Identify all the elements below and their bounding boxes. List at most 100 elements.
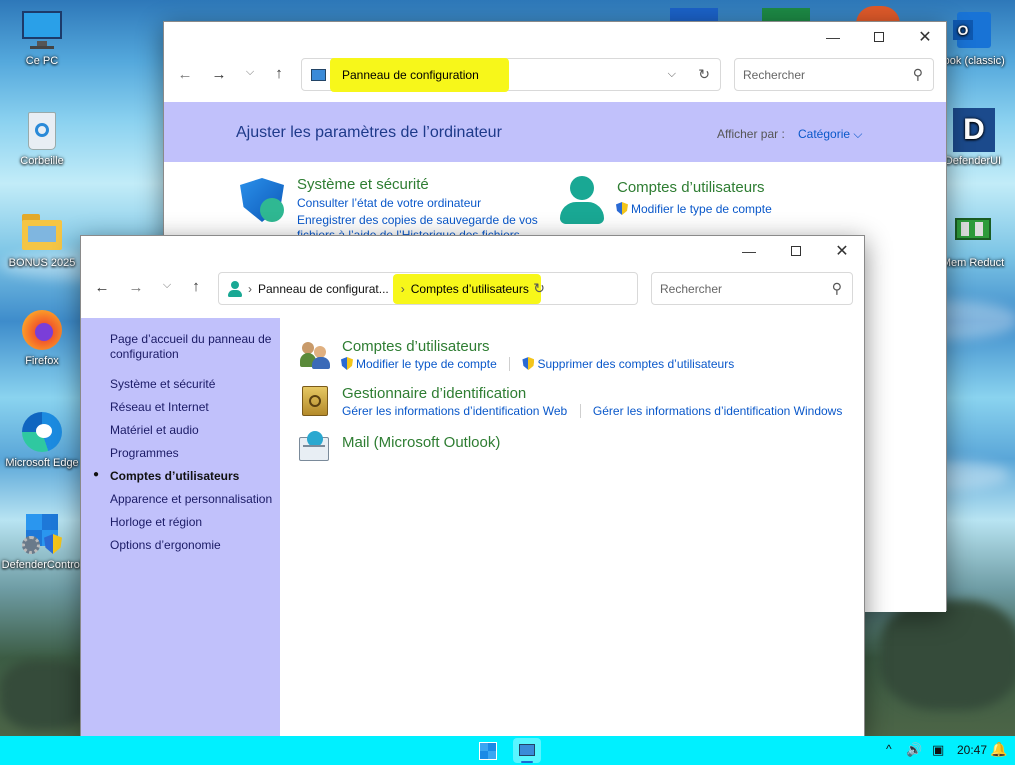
minimize-icon: — bbox=[742, 243, 756, 259]
category-title-user-accounts[interactable]: Comptes d’utilisateurs bbox=[617, 179, 765, 196]
refresh-icon[interactable]: ↻ bbox=[533, 280, 545, 297]
arrow-right-icon: → bbox=[211, 66, 227, 83]
recent-locations-button[interactable]: ⌵ bbox=[157, 279, 177, 292]
link-manage-windows-credentials[interactable]: Gérer les informations d’identification … bbox=[593, 404, 842, 418]
breadcrumb-control-panel[interactable]: Panneau de configurat... bbox=[258, 282, 389, 296]
link-label: Modifier le type de compte bbox=[356, 357, 497, 371]
chevron-down-icon: ⌵ bbox=[162, 279, 172, 291]
search-box[interactable]: Rechercher ⚲ bbox=[651, 272, 853, 305]
user-accounts-window: — ✕ ← → ⌵ ↑ › Panneau de configurat... ›… bbox=[80, 235, 865, 737]
maximize-button[interactable] bbox=[856, 22, 902, 52]
forward-button[interactable]: → bbox=[209, 66, 229, 83]
network-icon[interactable]: ▣ bbox=[932, 742, 944, 758]
desktop-icon-label: Ce PC bbox=[25, 55, 59, 67]
desktop-icon-label: Corbeille bbox=[20, 155, 64, 167]
chevron-down-icon: ⌵ bbox=[853, 127, 863, 141]
computer-icon bbox=[20, 8, 64, 52]
show-hidden-icons-button[interactable]: ^ bbox=[886, 742, 892, 756]
desktop-icon-ce-pc[interactable]: Ce PC bbox=[0, 8, 84, 67]
minimize-icon: — bbox=[826, 29, 840, 45]
sidebar-item-hardware-sound[interactable]: Matériel et audio bbox=[110, 423, 199, 437]
link-change-account-type[interactable]: Modifier le type de compte bbox=[341, 357, 497, 371]
refresh-icon[interactable]: ↻ bbox=[698, 66, 710, 83]
wallpaper-rock bbox=[0, 660, 90, 730]
shield-overlay bbox=[260, 198, 284, 222]
up-button[interactable]: ↑ bbox=[269, 65, 289, 82]
breadcrumb-separator: › bbox=[248, 281, 252, 296]
edge-icon bbox=[20, 410, 64, 454]
section-title-mail[interactable]: Mail (Microsoft Outlook) bbox=[342, 434, 500, 451]
view-by-label: Afficher par : bbox=[717, 127, 785, 141]
sidebar-item-ease-of-access[interactable]: Options d’ergonomie bbox=[110, 538, 221, 552]
credential-vault-icon bbox=[302, 386, 328, 416]
chevron-down-icon[interactable]: ⌵ bbox=[668, 68, 676, 81]
sidebar-item-appearance[interactable]: Apparence et personnalisation bbox=[110, 492, 272, 506]
sidebar-item-user-accounts[interactable]: Comptes d’utilisateurs bbox=[110, 469, 239, 483]
link-manage-web-credentials[interactable]: Gérer les informations d’identification … bbox=[342, 404, 567, 418]
section-title-user-accounts[interactable]: Comptes d’utilisateurs bbox=[342, 338, 490, 355]
desktop-icon-label: DefenderControl bbox=[1, 559, 83, 571]
search-icon: ⚲ bbox=[831, 280, 842, 296]
taskbar: ^ 🔊 ▣ 20:47 🔔 bbox=[0, 736, 1015, 765]
address-bar[interactable]: › Panneau de configuration ⌵ ↻ bbox=[301, 57, 721, 92]
sidebar-item-clock-region[interactable]: Horloge et région bbox=[110, 515, 202, 529]
taskbar-control-panel-button[interactable] bbox=[513, 738, 541, 763]
maximize-button[interactable] bbox=[773, 236, 819, 266]
up-button[interactable]: ↑ bbox=[186, 278, 206, 295]
notification-bell-icon[interactable]: 🔔 bbox=[990, 741, 1007, 758]
search-box[interactable]: Rechercher ⚲ bbox=[734, 58, 934, 91]
back-button[interactable]: ← bbox=[92, 279, 112, 296]
close-button[interactable]: ✕ bbox=[902, 22, 948, 52]
desktop-icon-corbeille[interactable]: Corbeille bbox=[0, 108, 84, 167]
desktop-icon-label: Microsoft Edge bbox=[5, 457, 79, 469]
close-icon: ✕ bbox=[835, 243, 849, 260]
desktop-icon-label: Firefox bbox=[25, 355, 59, 367]
desktop-icon-firefox[interactable]: Firefox bbox=[0, 308, 84, 367]
desktop-icon-label: Mem Reduct bbox=[941, 257, 1005, 269]
desktop-icon-edge[interactable]: Microsoft Edge bbox=[0, 410, 84, 469]
forward-button[interactable]: → bbox=[126, 279, 146, 296]
volume-icon[interactable]: 🔊 bbox=[906, 742, 922, 758]
user-accounts-small-icon bbox=[228, 280, 242, 297]
sidebar-item-system-security[interactable]: Système et sécurité bbox=[110, 377, 215, 391]
sidebar-home-link[interactable]: Page d’accueil du panneau de configurati… bbox=[110, 332, 275, 362]
user-accounts-icon bbox=[560, 176, 604, 224]
chevron-down-icon[interactable]: ⌵ bbox=[501, 282, 509, 295]
minimize-button[interactable]: — bbox=[726, 236, 772, 266]
section-title-credential-manager[interactable]: Gestionnaire d’identification bbox=[342, 385, 526, 402]
sidebar: Page d’accueil du panneau de configurati… bbox=[81, 318, 280, 736]
desktop-icon-label: BONUS 2025 bbox=[8, 257, 76, 269]
desktop-icon-label: DefenderUI bbox=[944, 155, 1002, 167]
desktop-icon-defendercontrol[interactable]: DefenderControl bbox=[0, 512, 84, 571]
link-change-account-type[interactable]: Modifier le type de compte bbox=[616, 202, 772, 216]
minimize-button[interactable]: — bbox=[810, 22, 856, 52]
close-button[interactable]: ✕ bbox=[819, 236, 865, 266]
running-indicator bbox=[521, 761, 533, 763]
control-panel-icon bbox=[311, 68, 326, 81]
sidebar-item-programs[interactable]: Programmes bbox=[110, 446, 179, 460]
folder-icon bbox=[20, 210, 64, 254]
page-title: Ajuster les paramètres de l’ordinateur bbox=[236, 124, 502, 141]
link-delete-user-accounts[interactable]: Supprimer des comptes d’utilisateurs bbox=[522, 357, 734, 371]
link-backup-files[interactable]: Enregistrer des copies de sauvegarde de … bbox=[297, 213, 538, 227]
category-title-system-security[interactable]: Système et sécurité bbox=[297, 176, 429, 193]
address-bar[interactable]: › Panneau de configurat... › Comptes d’ut… bbox=[218, 272, 638, 305]
link-check-computer-status[interactable]: Consulter l’état de votre ordinateur bbox=[297, 196, 481, 210]
maximize-icon bbox=[791, 246, 801, 256]
view-by-value: Catégorie bbox=[798, 127, 851, 141]
search-icon: ⚲ bbox=[912, 66, 923, 82]
breadcrumb-control-panel[interactable]: Panneau de configuration bbox=[330, 57, 509, 92]
arrow-right-icon: → bbox=[128, 279, 144, 296]
clock[interactable]: 20:47 bbox=[957, 743, 987, 757]
link-divider bbox=[579, 404, 581, 418]
sidebar-item-network-internet[interactable]: Réseau et Internet bbox=[110, 400, 209, 414]
back-button[interactable]: ← bbox=[175, 66, 195, 83]
start-button[interactable] bbox=[479, 742, 497, 760]
defender-control-icon bbox=[20, 512, 64, 556]
section-links-user-accounts: Modifier le type de compte Supprimer des… bbox=[341, 357, 734, 371]
desktop-icon-bonus-2025[interactable]: BONUS 2025 bbox=[0, 210, 84, 269]
breadcrumb-user-accounts-segment[interactable]: › Comptes d’utilisateurs bbox=[392, 273, 541, 304]
recent-locations-button[interactable]: ⌵ bbox=[240, 66, 260, 79]
view-by-dropdown[interactable]: Catégorie ⌵ bbox=[798, 127, 862, 142]
outlook-icon: O bbox=[951, 8, 995, 52]
